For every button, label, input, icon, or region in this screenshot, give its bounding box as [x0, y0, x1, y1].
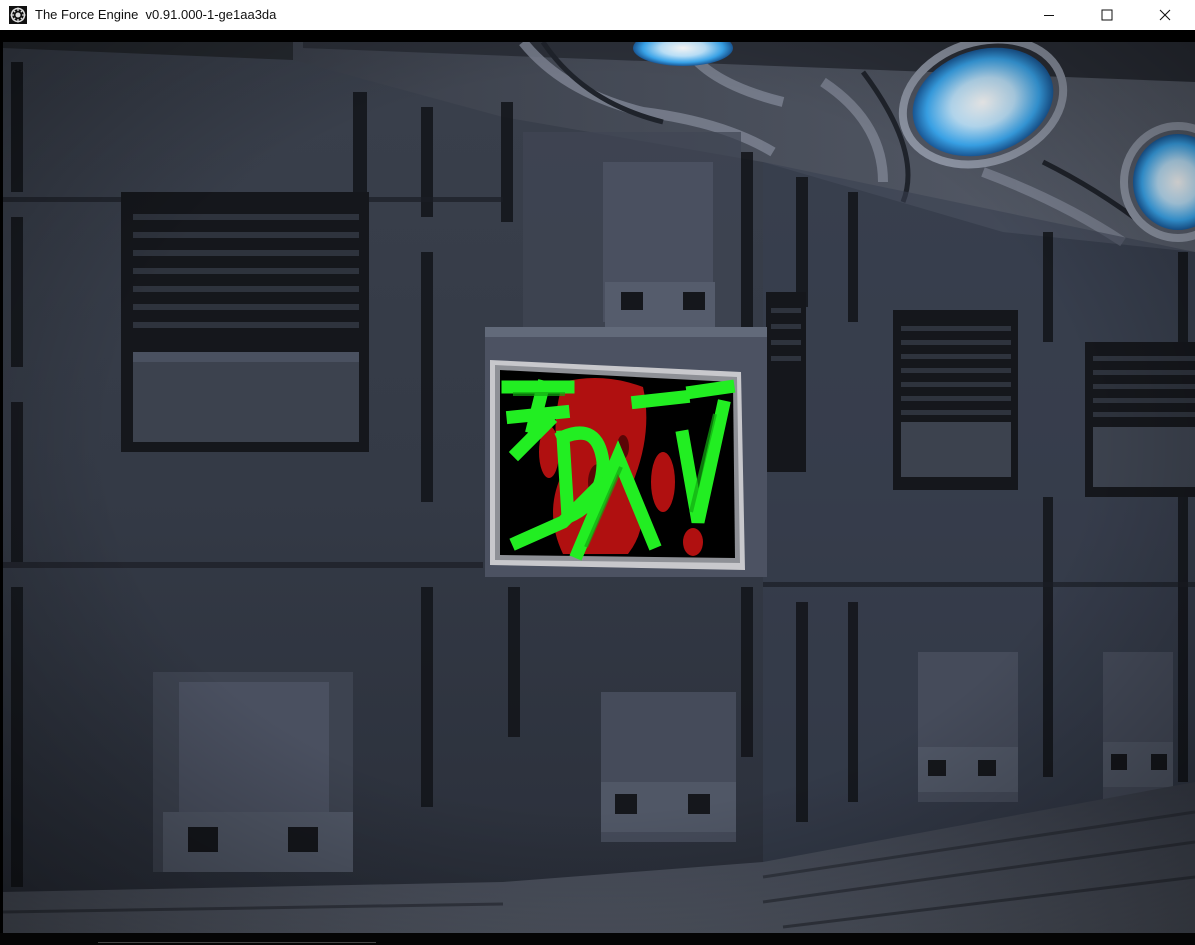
close-icon: [1159, 9, 1171, 21]
window-top-border: [0, 30, 1195, 42]
bottom-strip: [98, 942, 376, 943]
window-bottom-bar: [0, 933, 1195, 945]
game-scene: [3, 42, 1195, 933]
maximize-button[interactable]: [1078, 0, 1136, 30]
minimize-button[interactable]: [1020, 0, 1078, 30]
minimize-icon: [1044, 15, 1054, 16]
game-viewport[interactable]: [3, 42, 1195, 933]
window-title: The Force Engine v0.91.000-1-ge1aa3da: [35, 7, 277, 22]
window-titlebar[interactable]: The Force Engine v0.91.000-1-ge1aa3da: [0, 0, 1195, 30]
tfe-logo-icon: [9, 6, 27, 24]
close-button[interactable]: [1136, 0, 1194, 30]
maximize-icon: [1101, 9, 1113, 21]
